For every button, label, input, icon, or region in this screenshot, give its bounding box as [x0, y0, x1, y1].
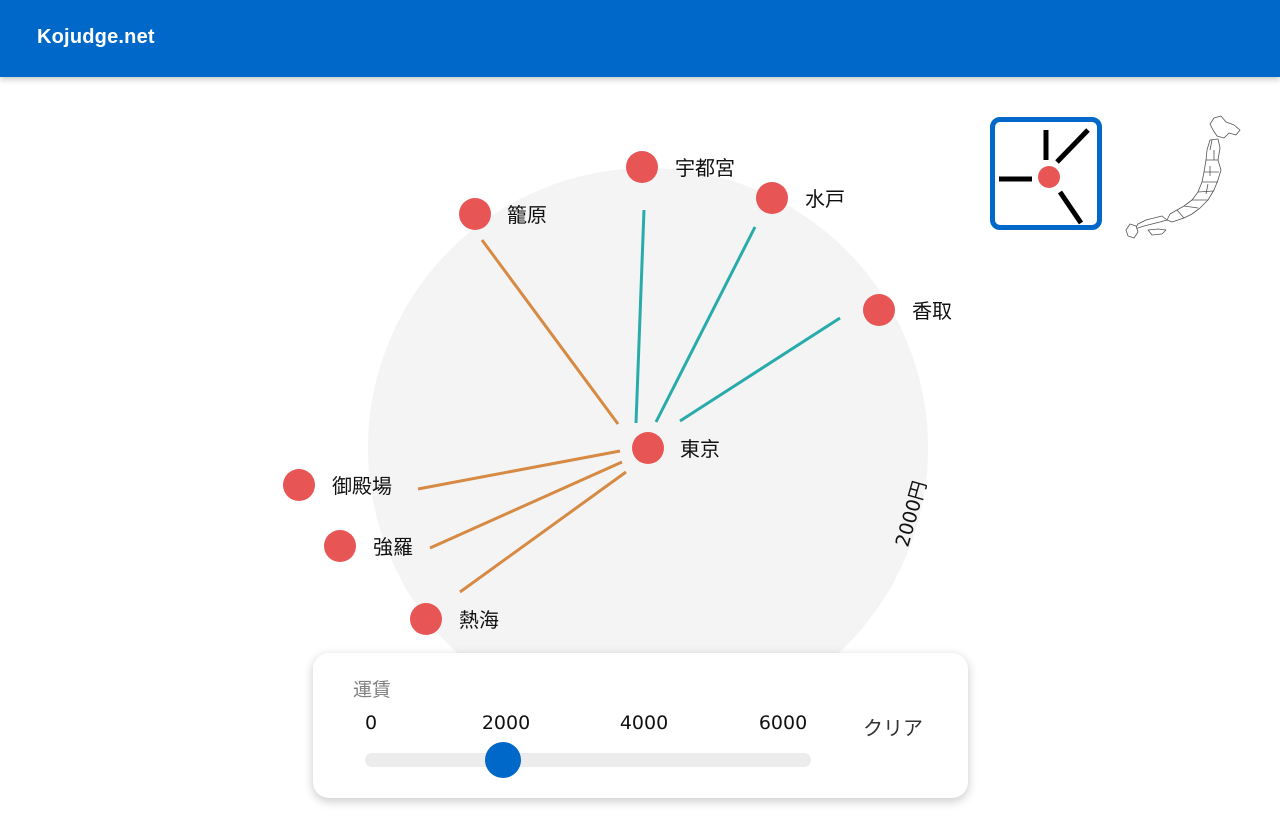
station-dot-tokyo[interactable]	[632, 432, 664, 464]
japan-map-icon	[1125, 115, 1241, 239]
station-label-katori[interactable]: 香取	[912, 299, 952, 323]
slider-tick-label: 0	[364, 712, 378, 734]
app-header: Kojudge.net	[0, 0, 1280, 77]
station-dot-gotemba[interactable]	[283, 469, 315, 501]
fare-filter-panel: 運賃 0 2000 4000 6000 クリア	[313, 653, 968, 798]
station-dot-utsunomiya[interactable]	[626, 151, 658, 183]
station-label-gotemba[interactable]: 御殿場	[332, 474, 392, 498]
site-title[interactable]: Kojudge.net	[37, 26, 155, 49]
slider-tick-label: 2000	[481, 712, 531, 734]
radial-lines-icon	[999, 128, 1090, 225]
station-label-mito[interactable]: 水戸	[805, 187, 845, 211]
slider-tick-label: 4000	[619, 712, 669, 734]
japan-map-button[interactable]	[1122, 112, 1250, 240]
clear-button[interactable]: クリア	[863, 712, 923, 741]
station-label-tokyo[interactable]: 東京	[680, 437, 720, 461]
slider-tick-label: 6000	[758, 712, 808, 734]
station-dot-atami[interactable]	[410, 603, 442, 635]
station-dot-katori[interactable]	[863, 294, 895, 326]
station-label-atami[interactable]: 熱海	[459, 608, 499, 632]
station-label-utsunomiya[interactable]: 宇都宮	[675, 156, 735, 180]
station-dot-mito[interactable]	[756, 182, 788, 214]
fare-panel-title: 運賃	[353, 679, 392, 701]
view-mode-toggle-button[interactable]	[990, 117, 1102, 230]
station-label-kagohara[interactable]: 籠原	[507, 203, 547, 227]
station-label-gora[interactable]: 強羅	[373, 535, 413, 559]
station-dot-kagohara[interactable]	[459, 198, 491, 230]
fare-slider-thumb[interactable]	[485, 742, 521, 778]
station-dot-gora[interactable]	[324, 530, 356, 562]
fare-slider-track[interactable]	[365, 753, 811, 767]
